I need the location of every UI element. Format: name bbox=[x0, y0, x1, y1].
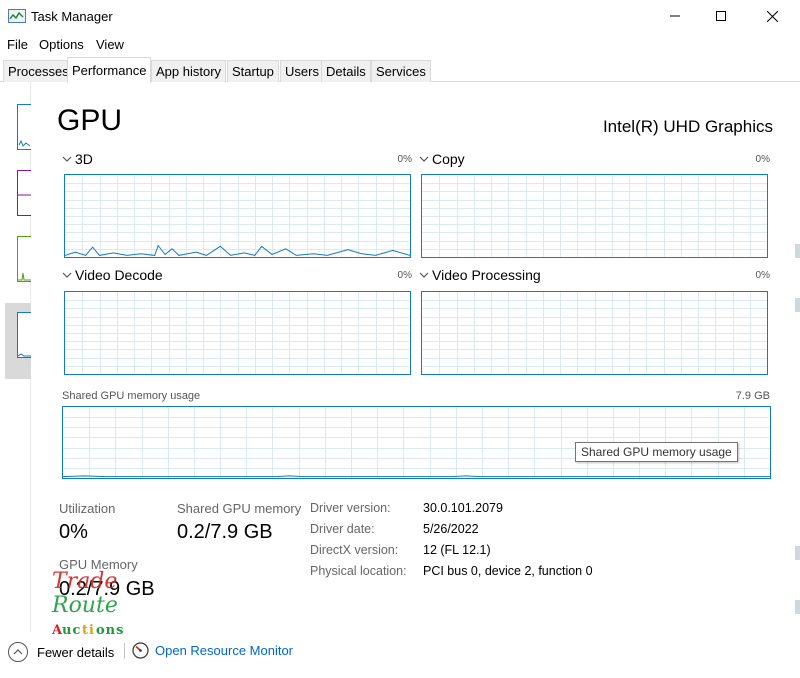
chevron-down-icon bbox=[62, 272, 72, 278]
graph-copy-pct: 0% bbox=[755, 154, 770, 165]
graph-video-decode bbox=[64, 291, 411, 375]
driver-version-label: Driver version: bbox=[310, 501, 391, 515]
tab-startup[interactable]: Startup bbox=[227, 60, 279, 82]
graph-copy-plot bbox=[422, 175, 767, 257]
chevron-down-icon bbox=[419, 272, 429, 278]
task-manager-icon bbox=[8, 9, 26, 23]
close-button[interactable] bbox=[749, 0, 795, 32]
trade-route-auctions-watermark: Trade Route A uc ti ons bbox=[51, 569, 123, 638]
menu-view[interactable]: View bbox=[96, 37, 124, 52]
sidebar-item-disk[interactable] bbox=[17, 236, 31, 282]
activity-trace bbox=[63, 475, 770, 478]
sidebar-item-memory[interactable] bbox=[17, 170, 31, 216]
chevron-down-icon bbox=[62, 156, 72, 162]
title-bar: Task Manager bbox=[0, 0, 800, 32]
maximize-icon bbox=[716, 11, 726, 21]
driver-date-value: 5/26/2022 bbox=[423, 522, 479, 536]
graph-3d-plot bbox=[65, 175, 410, 257]
graph-video-processing-label: Video Processing bbox=[432, 267, 541, 283]
utilization-label: Utilization bbox=[59, 501, 116, 516]
graph-copy-label: Copy bbox=[432, 151, 465, 167]
directx-version-value: 12 (FL 12.1) bbox=[423, 543, 491, 557]
minimize-button[interactable] bbox=[652, 0, 698, 32]
bottom-bar: Fewer details Open Resource Monitor bbox=[0, 636, 800, 678]
fewer-details-button[interactable]: Fewer details bbox=[8, 642, 114, 662]
graph-copy-header[interactable]: Copy bbox=[419, 151, 465, 167]
graph-video-processing bbox=[421, 291, 768, 375]
graph-video-decode-label: Video Decode bbox=[75, 267, 163, 283]
gpu-heading: GPU bbox=[57, 104, 123, 137]
open-resource-monitor-link[interactable]: Open Resource Monitor bbox=[132, 642, 293, 659]
physical-location-label: Physical location: bbox=[310, 564, 407, 578]
tab-strip: Processes Performance App history Startu… bbox=[0, 57, 800, 83]
graph-3d-label: 3D bbox=[75, 151, 93, 167]
graph-video-decode-plot bbox=[65, 292, 410, 374]
right-edge-fragment bbox=[795, 546, 800, 560]
bottom-separator bbox=[124, 643, 125, 659]
graph-video-decode-pct: 0% bbox=[397, 270, 412, 281]
resource-monitor-icon bbox=[132, 642, 149, 659]
tab-users[interactable]: Users bbox=[280, 60, 324, 82]
menu-file[interactable]: File bbox=[7, 37, 28, 52]
fewer-details-label: Fewer details bbox=[37, 644, 115, 660]
driver-date-label: Driver date: bbox=[310, 522, 375, 536]
graph-3d bbox=[64, 174, 411, 258]
gpu-mini-graph bbox=[17, 353, 31, 357]
graph-3d-pct: 0% bbox=[397, 154, 412, 165]
tab-processes[interactable]: Processes bbox=[3, 60, 74, 82]
graph-copy bbox=[421, 174, 768, 258]
tab-app-history[interactable]: App history bbox=[151, 60, 227, 82]
utilization-value: 0% bbox=[59, 521, 88, 543]
graph-video-decode-header[interactable]: Video Decode bbox=[62, 267, 163, 283]
chevron-up-icon bbox=[8, 642, 28, 662]
svg-text:Route: Route bbox=[51, 593, 118, 618]
open-resource-monitor-label: Open Resource Monitor bbox=[155, 643, 294, 658]
shared-memory-graph-label: Shared GPU memory usage bbox=[62, 390, 201, 402]
memory-mini-graph bbox=[18, 194, 31, 196]
graph-3d-header[interactable]: 3D bbox=[62, 151, 93, 167]
close-icon bbox=[766, 10, 778, 22]
tab-performance[interactable]: Performance bbox=[67, 57, 152, 83]
cpu-mini-graph bbox=[18, 139, 31, 147]
shared-memory-graph-max: 7.9 GB bbox=[735, 390, 770, 402]
shared-memory-tooltip: Shared GPU memory usage bbox=[575, 442, 738, 462]
sidebar-item-gpu[interactable] bbox=[17, 312, 31, 358]
directx-version-label: DirectX version: bbox=[310, 543, 399, 557]
shared-gpu-memory-label: Shared GPU memory bbox=[177, 501, 302, 516]
disk-mini-graph bbox=[18, 272, 31, 281]
minimize-icon bbox=[670, 15, 680, 17]
right-edge-fragment bbox=[795, 298, 800, 312]
tab-details[interactable]: Details bbox=[321, 60, 371, 82]
physical-location-value: PCI bus 0, device 2, function 0 bbox=[423, 564, 593, 578]
svg-text:Trade: Trade bbox=[52, 569, 117, 594]
graph-video-processing-pct: 0% bbox=[755, 270, 770, 281]
graph-video-processing-header[interactable]: Video Processing bbox=[419, 267, 541, 283]
driver-version-value: 30.0.101.2079 bbox=[423, 501, 503, 515]
resource-sidebar bbox=[0, 82, 31, 632]
right-edge-fragment bbox=[795, 600, 800, 614]
window-title: Task Manager bbox=[31, 9, 113, 24]
shared-gpu-memory-value: 0.2/7.9 GB bbox=[177, 521, 273, 543]
graph-video-processing-plot bbox=[422, 292, 767, 374]
tab-services[interactable]: Services bbox=[371, 60, 431, 82]
menu-options[interactable]: Options bbox=[39, 37, 84, 52]
maximize-button[interactable] bbox=[698, 0, 744, 32]
chevron-down-icon bbox=[419, 156, 429, 162]
gpu-model-name: Intel(R) UHD Graphics bbox=[602, 117, 773, 136]
sidebar-item-cpu[interactable] bbox=[17, 104, 31, 150]
right-edge-fragment bbox=[795, 244, 800, 258]
